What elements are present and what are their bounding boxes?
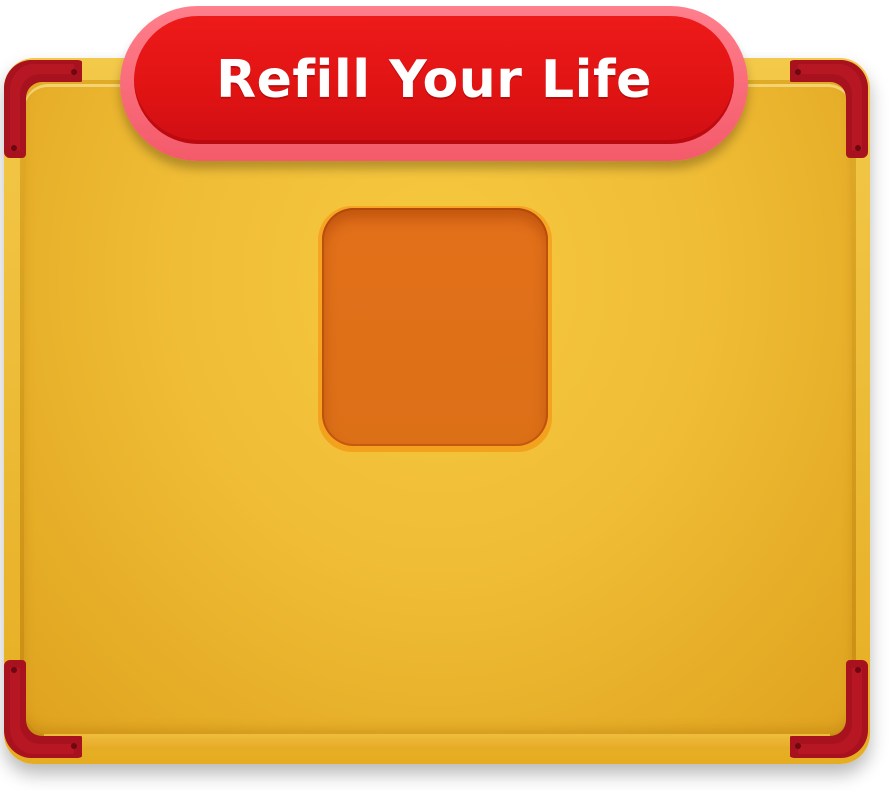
item-slot-well (322, 208, 548, 446)
corner-bracket-bottom-left (2, 660, 82, 760)
corner-bracket-top-left (2, 58, 82, 158)
refill-life-dialog: Refill Your Life (0, 0, 890, 791)
corner-bracket-bottom-right (790, 660, 870, 760)
title-banner: Refill Your Life (120, 6, 748, 161)
title-banner-fill: Refill Your Life (134, 16, 734, 144)
dialog-title: Refill Your Life (216, 50, 652, 110)
frame-bottom-lip (44, 734, 830, 750)
corner-bracket-top-right (790, 58, 870, 158)
item-slot[interactable] (318, 206, 552, 452)
